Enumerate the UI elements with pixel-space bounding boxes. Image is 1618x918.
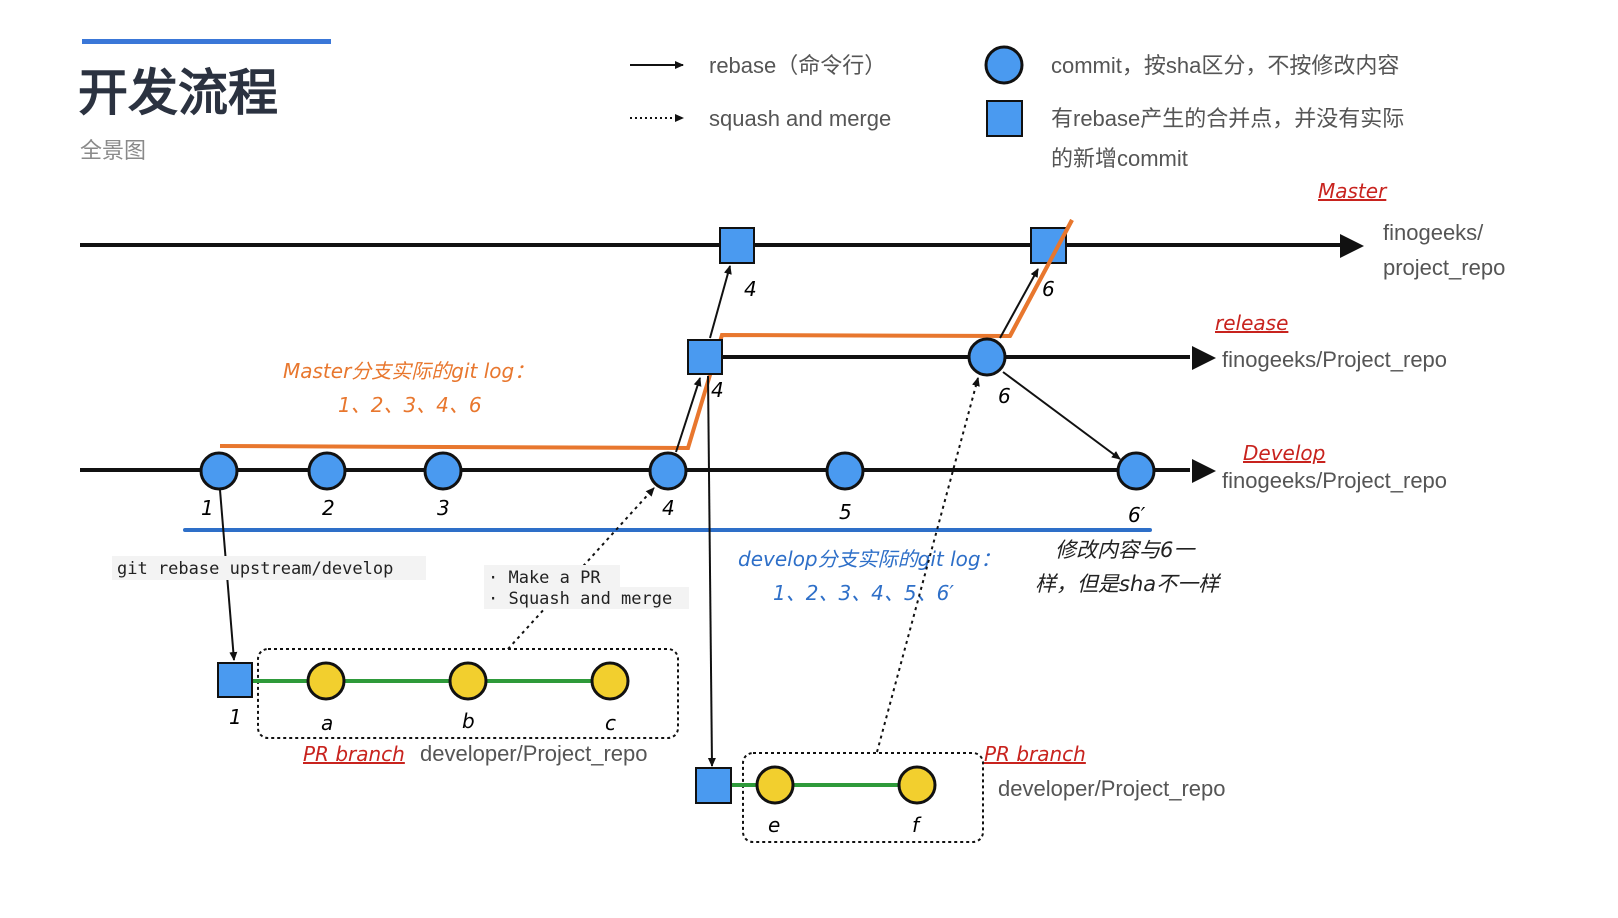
arrow-release4-to-pr2 [707,375,716,767]
git-flow-diagram: 开发流程 全景图 rebase（命令行） squash and merge co… [78,39,1505,843]
diff-note-2: 样，但是sha不一样 [1035,572,1222,596]
release-repo: finogeeks/Project_repo [1222,347,1447,372]
legend-commit: commit，按sha区分，不按修改内容 [1051,53,1399,78]
page-title: 开发流程 [78,65,278,121]
page-subtitle: 全景图 [80,138,146,163]
develop-commit [199,451,239,491]
release-commit-6 [967,337,1007,377]
develop-commit-label: 1 [201,496,214,520]
legend-squash: squash and merge [709,106,891,131]
master-log: 1、2、3、4、6 [338,393,482,417]
develop-arrowhead-icon [1192,459,1216,483]
develop-commit [648,451,688,491]
release-label: release [1215,311,1288,335]
pr-step-2: · Squash and merge [488,589,672,609]
title-accent-bar [82,39,331,44]
pr1-repo: developer/Project_repo [420,741,647,766]
develop-commit-label: 5 [839,500,852,524]
legend-merge-point-2: 的新增commit [1051,146,1188,171]
master-arrowhead-icon [1340,234,1364,258]
develop-label: Develop [1243,441,1325,465]
release-commit-6-label: 6 [998,384,1011,408]
develop-commits: 1 2 3 4 5 6′ [199,451,1156,527]
develop-log-title: develop分支实际的git log： [738,547,1001,571]
develop-commit-label: 4 [662,496,675,520]
pr1-commit-label: b [462,709,475,733]
arrow-release4-to-master4 [709,265,732,339]
develop-commit-label: 2 [322,496,335,520]
develop-repo: finogeeks/Project_repo [1222,468,1447,493]
legend-rebase: rebase（命令行） [709,53,886,78]
develop-commit [423,451,463,491]
pr1-base-label: 1 [229,705,242,729]
pr2-commit[interactable] [755,765,795,805]
pr-step-1: · Make a PR [488,568,601,588]
arrow-release6-to-master6 [999,268,1039,339]
pr1-base-commit [217,662,253,698]
pr2-repo: developer/Project_repo [998,776,1225,801]
develop-commit [825,451,865,491]
pr2-commit[interactable] [897,765,937,805]
legend-merge-square-icon [986,100,1023,137]
legend-commit-circle-icon [984,45,1024,85]
pr1-commit-label: a [321,711,333,735]
pr2-commit-label: f [912,813,922,837]
pr1-commit[interactable] [590,661,630,701]
release-commit-4 [687,339,723,375]
diff-note-1: 修改内容与6一 [1055,538,1196,562]
develop-commit-label: 3 [437,496,450,520]
pr1-commit[interactable] [306,661,346,701]
master-log-title: Master分支实际的git log： [283,359,534,383]
pr1-commit[interactable] [448,661,488,701]
master-commit-4-label: 4 [744,277,757,301]
master-commit-6-label: 6 [1042,277,1055,301]
master-repo-2: project_repo [1383,255,1505,280]
develop-commit [307,451,347,491]
pr2-commit-label: e [768,813,780,837]
develop-commit-label: 6′ [1128,503,1146,527]
pr1-commit-label: c [605,711,616,735]
arrow-release6-to-develop6 [1002,371,1121,460]
pr1-branch-label: PR branch [303,742,405,766]
develop-log: 1、2、3、4、5、6′ [773,581,954,605]
release-arrowhead-icon [1192,346,1216,370]
master-label: Master [1318,179,1388,203]
master-commit-4 [719,227,755,264]
develop-commit [1116,451,1156,491]
release-commit-4-label: 4 [711,378,724,402]
master-commit-6 [1030,227,1067,264]
master-repo-1: finogeeks/ [1383,220,1484,245]
pr2-base-commit [695,767,732,804]
pr2-branch-label: PR branch [984,742,1086,766]
rebase-command: git rebase upstream/develop [117,559,393,579]
legend-merge-point-1: 有rebase产生的合并点，并没有实际 [1051,106,1404,131]
